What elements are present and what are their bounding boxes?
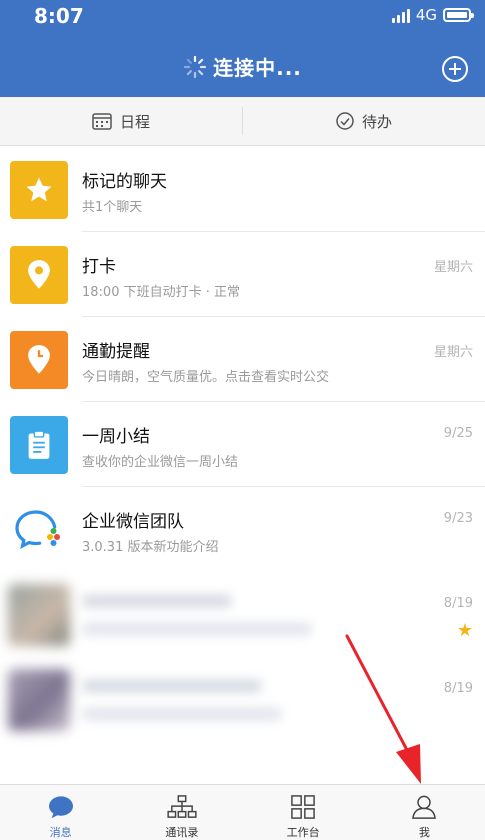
- person-icon: [412, 795, 437, 819]
- clipboard-icon: [10, 416, 68, 474]
- chat-item-blurred[interactable]: 8/19: [0, 657, 485, 742]
- tab-todo-label: 待办: [361, 112, 392, 131]
- tab-schedule[interactable]: 日程: [0, 97, 242, 145]
- nav-label: 我: [418, 826, 430, 839]
- chat-time: 8/19: [443, 681, 473, 696]
- chat-item-starred[interactable]: 标记的聊天 共1个聊天: [0, 147, 485, 232]
- chat-time: 星期六: [433, 260, 473, 275]
- chat-item-weekly-summary[interactable]: 一周小结 查收你的企业微信一周小结 9/25: [0, 402, 485, 487]
- bottom-nav: 消息 通讯录 工作台 我: [0, 784, 485, 840]
- page-title: 连接中...: [213, 56, 302, 80]
- chat-time: 星期六: [433, 345, 473, 360]
- tab-schedule-label: 日程: [119, 112, 150, 131]
- nav-label: 消息: [49, 826, 72, 839]
- chat-time: 8/19: [443, 596, 473, 611]
- org-chart-icon: [167, 795, 197, 818]
- chat-name: 企业微信团队: [82, 512, 184, 532]
- avatar: [8, 584, 70, 646]
- chat-bubble-icon: [48, 796, 73, 819]
- chat-preview: 共1个聊天: [82, 200, 143, 215]
- blurred-preview: [82, 707, 282, 721]
- calendar-icon: [92, 113, 112, 130]
- chat-preview: 3.0.31 版本新功能介绍: [82, 540, 219, 555]
- nav-me[interactable]: 我: [364, 785, 485, 840]
- chat-name: 通勤提醒: [82, 342, 150, 362]
- battery-icon: [443, 8, 474, 22]
- header-title-wrap: 连接中...: [0, 52, 485, 81]
- check-circle-icon: [336, 112, 354, 130]
- nav-workbench[interactable]: 工作台: [243, 785, 364, 840]
- chat-item-blurred[interactable]: 8/19 ★: [0, 572, 485, 657]
- star-icon: [10, 161, 68, 219]
- top-bar: 8:07 4G 连接中...: [0, 0, 485, 97]
- nav-messages[interactable]: 消息: [0, 785, 121, 840]
- chat-time: 9/25: [443, 426, 473, 441]
- chat-list: 标记的聊天 共1个聊天 打卡 18:00 下班自动打卡 · 正常 星期六 通勤提…: [0, 147, 485, 742]
- chat-item-wecom-team[interactable]: 企业微信团队 3.0.31 版本新功能介绍 9/23: [0, 487, 485, 572]
- location-pin-icon: [10, 246, 68, 304]
- chat-name: 一周小结: [82, 427, 150, 447]
- nav-label: 通讯录: [165, 826, 199, 839]
- chat-name: 标记的聊天: [82, 172, 167, 192]
- chat-name: 打卡: [82, 257, 116, 277]
- starred-star-icon: ★: [456, 620, 473, 641]
- chat-preview: 今日晴朗，空气质量优。点击查看实时公交: [82, 370, 330, 385]
- nav-label: 工作台: [286, 826, 320, 839]
- tab-todo[interactable]: 待办: [243, 97, 485, 145]
- blurred-name: [82, 594, 232, 608]
- network-type: 4G: [415, 6, 437, 24]
- chat-preview: 查收你的企业微信一周小结: [82, 455, 239, 470]
- blurred-name: [82, 679, 262, 693]
- chat-item-commute[interactable]: 通勤提醒 今日晴朗，空气质量优。点击查看实时公交 星期六: [0, 317, 485, 402]
- chat-preview: 18:00 下班自动打卡 · 正常: [82, 285, 240, 300]
- loading-spinner-icon: [183, 55, 207, 78]
- avatar: [8, 669, 70, 731]
- quick-tabs: 日程 待办: [0, 97, 485, 146]
- clock-pin-icon: [10, 331, 68, 389]
- chat-time: 9/23: [443, 511, 473, 526]
- chat-item-checkin[interactable]: 打卡 18:00 下班自动打卡 · 正常 星期六: [0, 232, 485, 317]
- status-time: 8:07: [34, 4, 84, 28]
- grid-icon: [291, 795, 315, 819]
- nav-contacts[interactable]: 通讯录: [121, 785, 242, 840]
- add-button[interactable]: [442, 56, 468, 82]
- blurred-preview: [82, 622, 312, 636]
- wecom-logo-icon: [10, 501, 68, 559]
- signal-icon: [391, 7, 410, 23]
- status-icons: 4G: [391, 6, 474, 24]
